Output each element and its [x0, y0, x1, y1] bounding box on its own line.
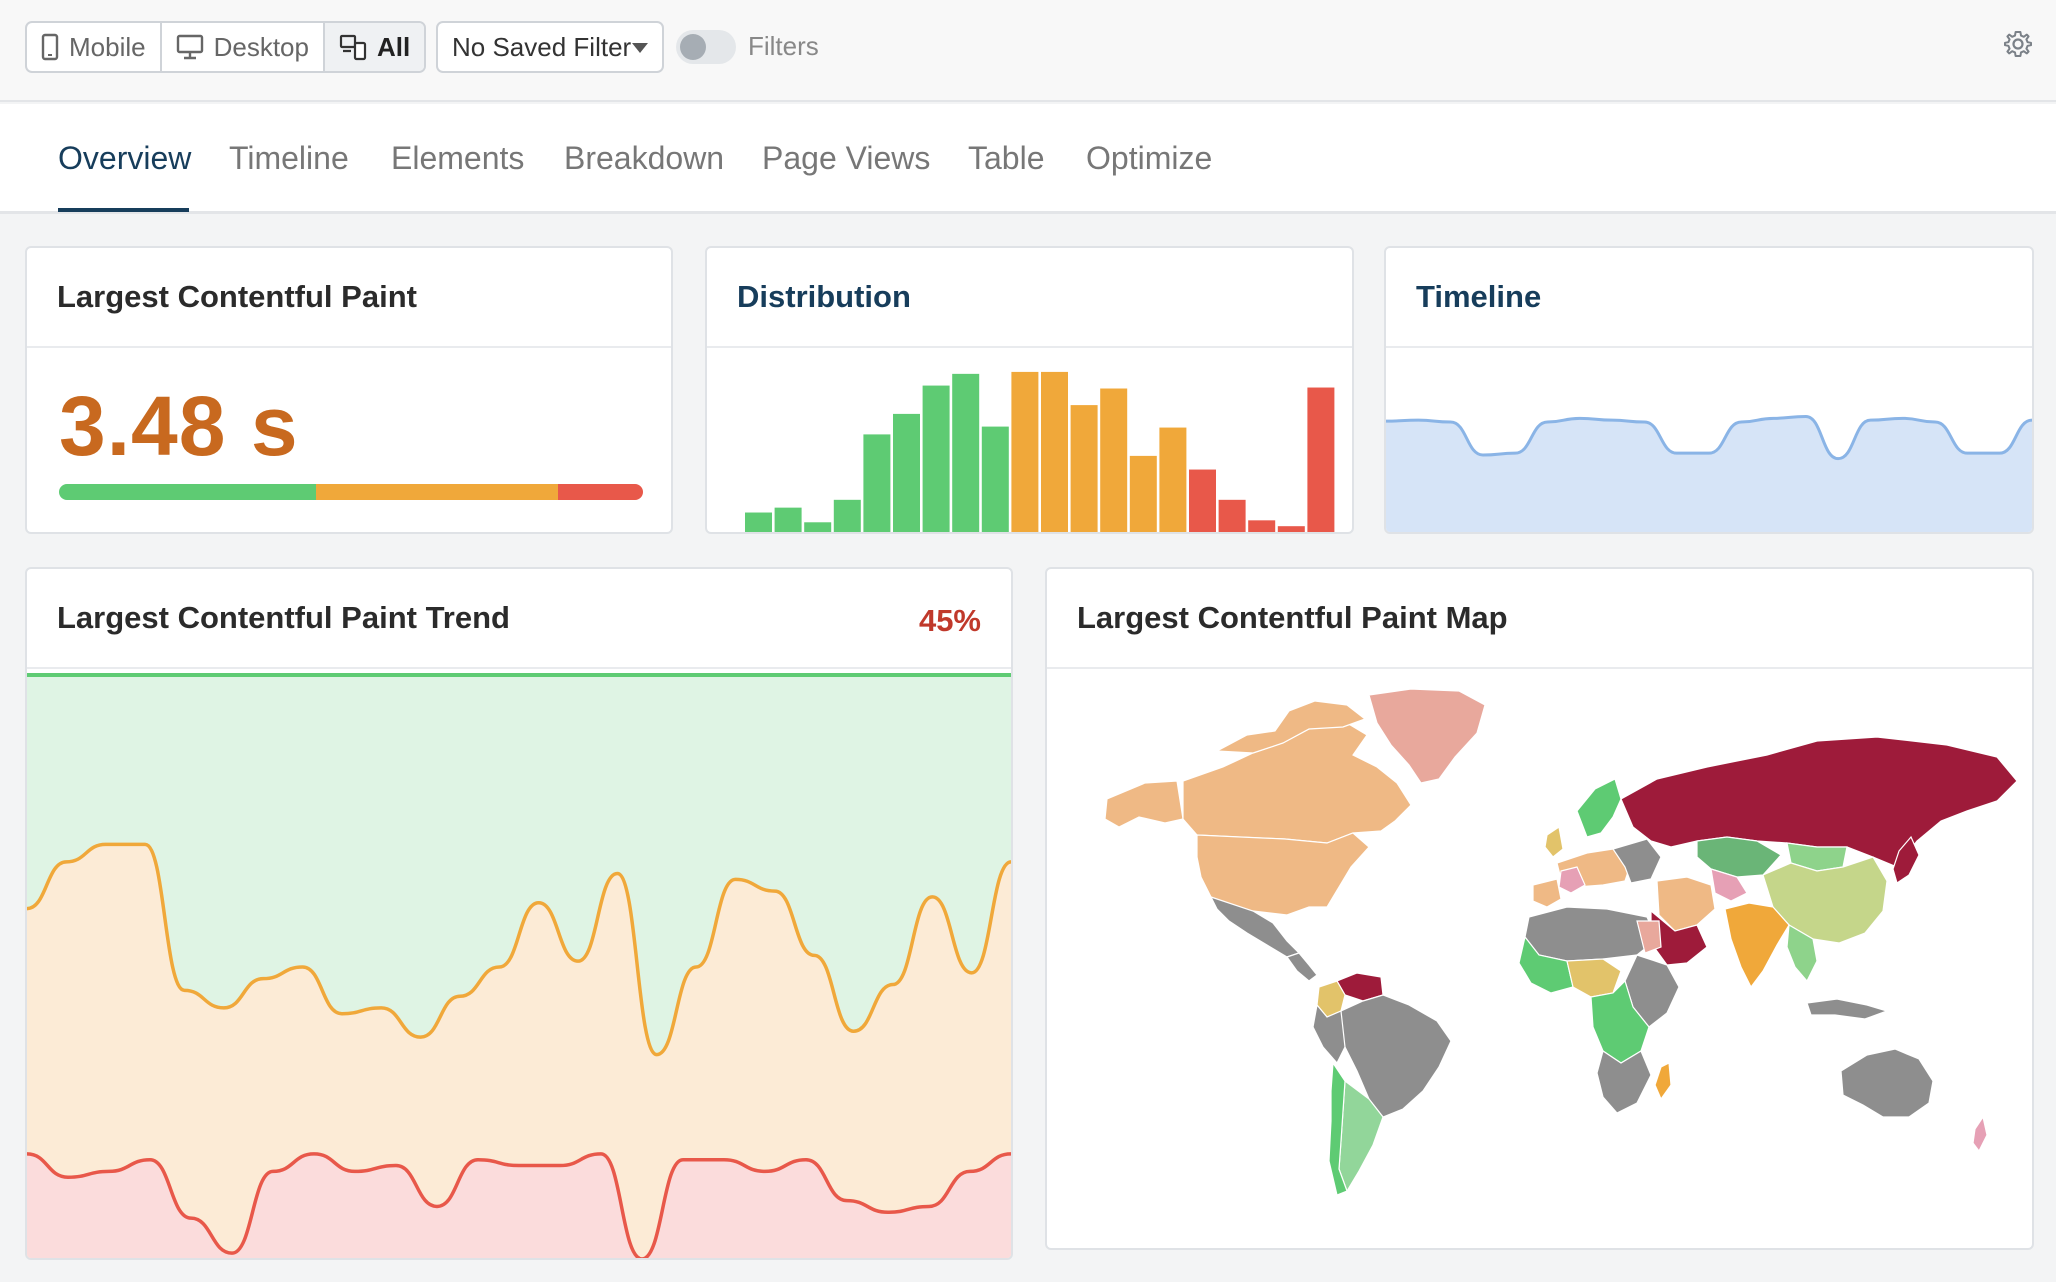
world-map: [1104, 688, 2018, 1196]
mobile-button[interactable]: Mobile: [27, 23, 162, 71]
desktop-icon: [176, 34, 203, 60]
tab-elements[interactable]: Elements: [391, 140, 524, 177]
saved-filter-value: No Saved Filter: [452, 31, 632, 62]
timeline-area: [1386, 416, 2032, 532]
rating-distribution-bar: [59, 484, 643, 500]
card-title[interactable]: Timeline: [1416, 279, 1541, 315]
card-title: Largest Contentful Paint: [57, 279, 417, 314]
region-india: [1724, 902, 1790, 989]
card-header: Largest Contentful Paint Map: [1047, 569, 2032, 669]
distribution-bar: [833, 499, 861, 532]
good-segment: [59, 484, 316, 500]
devices-icon: [339, 34, 367, 61]
distribution-bar: [1129, 455, 1157, 532]
trend-percent: 45%: [918, 603, 981, 638]
distribution-bar: [1011, 371, 1039, 532]
distribution-bar: [1277, 526, 1305, 532]
timeline-chart: [1386, 414, 2032, 532]
lcp-metric-card[interactable]: Largest Contentful Paint 3.48 s: [25, 246, 673, 534]
chevron-down-icon: [632, 43, 648, 53]
timeline-card[interactable]: Timeline: [1384, 246, 2034, 534]
tab-page-views[interactable]: Page Views: [762, 140, 930, 177]
tab-bar: Overview Timeline Elements Breakdown Pag…: [0, 104, 2056, 214]
desktop-button[interactable]: Desktop: [162, 23, 325, 71]
region-sahel: [1566, 958, 1622, 998]
all-devices-button[interactable]: All: [324, 23, 425, 71]
region-canada: [1182, 722, 1412, 844]
distribution-bar: [1159, 427, 1187, 532]
distribution-bar: [774, 507, 802, 532]
distribution-bar: [1070, 405, 1098, 532]
distribution-bar: [1189, 469, 1216, 532]
distribution-bar: [1248, 520, 1276, 532]
lcp-map-card[interactable]: Largest Contentful Paint Map: [1045, 567, 2034, 1250]
distribution-chart: [745, 371, 1335, 532]
device-filter: Mobile Desktop All: [25, 21, 427, 73]
gear-icon[interactable]: [2002, 28, 2034, 60]
filters-label: Filters: [748, 31, 819, 61]
tab-optimize[interactable]: Optimize: [1086, 140, 1212, 177]
region-greenland: [1368, 688, 1486, 784]
card-title[interactable]: Distribution: [737, 279, 911, 315]
region-scandinavia: [1576, 778, 1622, 838]
distribution-bar: [1218, 499, 1246, 532]
trend-chart: [27, 673, 1011, 1258]
lcp-trend-card[interactable]: Largest Contentful Paint Trend 45%: [25, 567, 1013, 1260]
toggle-knob: [680, 34, 706, 60]
lcp-value: 3.48 s: [59, 379, 299, 473]
saved-filter-select[interactable]: No Saved Filter: [436, 21, 664, 73]
card-header: Largest Contentful Paint Trend 45%: [27, 569, 1011, 669]
poor-segment: [558, 484, 643, 500]
region-north-africa: [1524, 906, 1658, 962]
region-alaska: [1104, 780, 1184, 828]
tab-overview[interactable]: Overview: [58, 140, 191, 177]
region-new-zealand: [1972, 1115, 1988, 1153]
region-iberia: [1532, 878, 1562, 908]
distribution-bar: [952, 373, 980, 532]
region-central-america: [1286, 952, 1318, 982]
card-header: Distribution: [707, 248, 1352, 348]
needs-improvement-segment: [315, 484, 559, 500]
active-tab-indicator: [58, 208, 189, 212]
toolbar: Mobile Desktop All No Saved Filter Filte…: [0, 0, 2056, 102]
distribution-bar: [745, 512, 772, 532]
region-uk: [1544, 825, 1564, 858]
card-title: Largest Contentful Paint Map: [1077, 600, 1508, 635]
distribution-bar: [1100, 388, 1128, 532]
distribution-bar: [863, 434, 891, 532]
all-devices-label: All: [376, 31, 411, 62]
card-header: Timeline: [1386, 248, 2032, 348]
distribution-bar: [1307, 387, 1335, 532]
tab-breakdown[interactable]: Breakdown: [564, 140, 724, 177]
distribution-bar: [804, 522, 832, 532]
desktop-label: Desktop: [213, 31, 309, 62]
distribution-bar: [981, 426, 1009, 532]
region-indonesia: [1806, 998, 1889, 1020]
tab-timeline[interactable]: Timeline: [229, 140, 349, 177]
distribution-bar: [1041, 371, 1068, 532]
region-madagascar: [1654, 1062, 1672, 1101]
distribution-bar: [922, 385, 950, 532]
region-australia: [1840, 1048, 1934, 1118]
distribution-bar: [893, 413, 920, 532]
mobile-label: Mobile: [69, 31, 146, 62]
region-kazakhstan: [1696, 836, 1782, 878]
tab-table[interactable]: Table: [968, 140, 1045, 177]
card-header: Largest Contentful Paint: [27, 248, 671, 348]
card-title: Largest Contentful Paint Trend: [57, 600, 510, 635]
distribution-card[interactable]: Distribution: [705, 246, 1354, 534]
mobile-icon: [41, 33, 59, 61]
filters-toggle[interactable]: [676, 30, 736, 64]
